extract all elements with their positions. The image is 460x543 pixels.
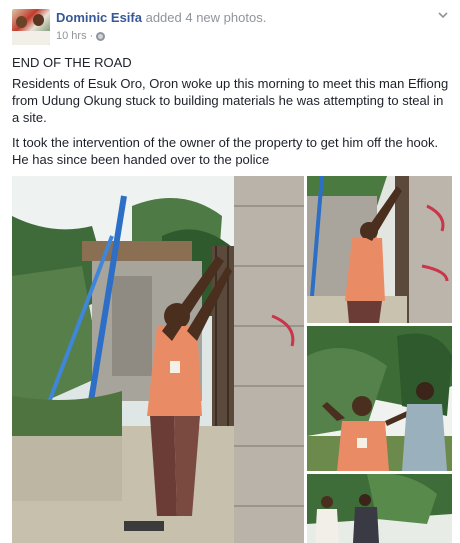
top-right-photo[interactable]: [307, 176, 452, 323]
avatar[interactable]: [12, 9, 50, 45]
bottom-right-photo[interactable]: [307, 474, 452, 543]
post-action-text: added 4 new photos.: [145, 10, 267, 25]
facebook-post: Dominic Esifa added 4 new photos. 10 hrs…: [0, 0, 460, 543]
meta-separator: ·: [89, 30, 94, 42]
post-title: END OF THE ROAD: [12, 55, 132, 70]
post-meta: 10 hrs ·: [56, 30, 106, 42]
chevron-down-icon[interactable]: [438, 10, 448, 20]
timestamp-link[interactable]: 10 hrs: [56, 30, 87, 42]
post-header: Dominic Esifa added 4 new photos.: [56, 10, 266, 25]
main-photo[interactable]: [12, 176, 304, 543]
post-paragraph: Residents of Esuk Oro, Oron woke up this…: [12, 76, 449, 125]
photo-grid: [12, 176, 452, 543]
globe-icon[interactable]: [96, 31, 106, 41]
post-text: END OF THE ROAD Residents of Esuk Oro, O…: [12, 54, 452, 176]
middle-right-photo[interactable]: [307, 326, 452, 471]
author-link[interactable]: Dominic Esifa: [56, 10, 142, 25]
post-paragraph: It took the intervention of the owner of…: [12, 135, 439, 167]
